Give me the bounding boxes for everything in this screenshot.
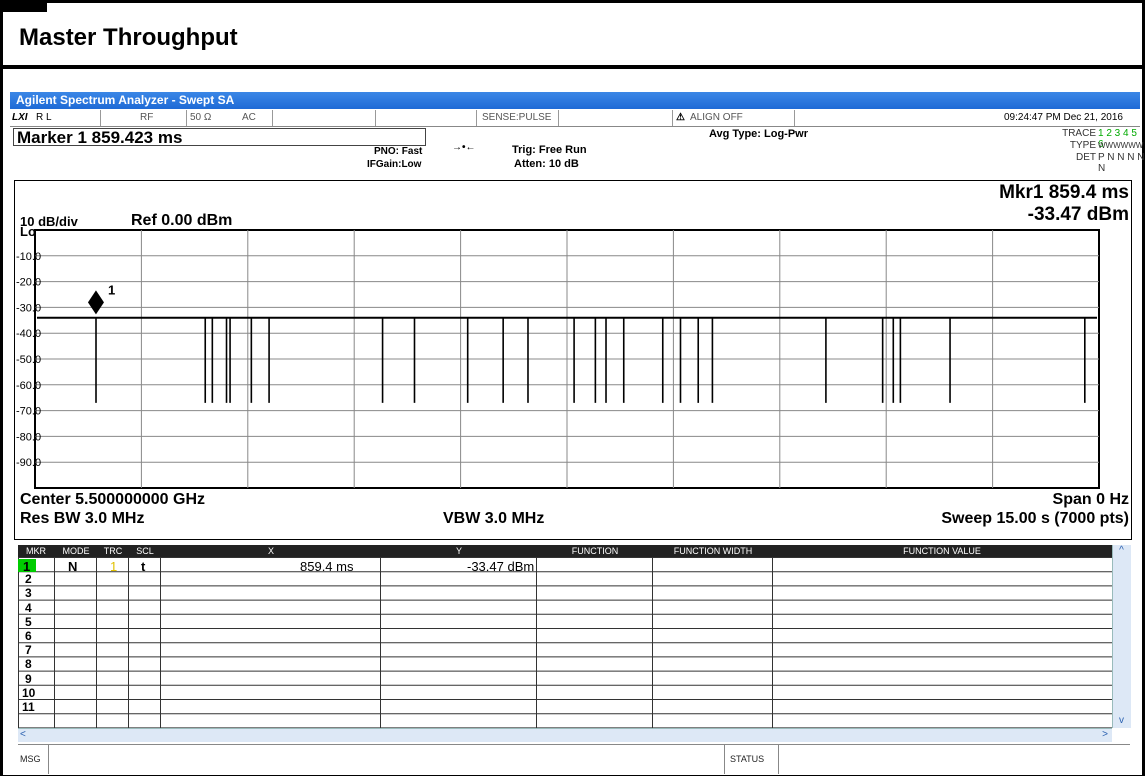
- row1-mode[interactable]: N: [68, 559, 77, 574]
- row1-y[interactable]: -33.47 dBm: [467, 559, 534, 574]
- header-y: Y: [455, 546, 462, 556]
- row-number[interactable]: 11: [22, 700, 35, 714]
- span-label: Span 0 Hz: [1052, 491, 1129, 508]
- scroll-up-icon[interactable]: ^: [1113, 545, 1130, 559]
- impedance-label: 50 Ω: [190, 112, 212, 123]
- y-tick-label: -60.0: [16, 380, 41, 392]
- y-tick-label: -80.0: [16, 431, 41, 443]
- lxi-icon: LXI: [12, 112, 28, 123]
- window-title-bar: Agilent Spectrum Analyzer - Swept SA: [10, 92, 1140, 109]
- trig-label: Trig: Free Run: [512, 144, 587, 156]
- instrument-status-bar: LXI R L RF 50 Ω AC SENSE:PULSE ⚠ ALIGN O…: [10, 110, 1140, 127]
- marker-y-readout: -33.47 dBm: [1027, 204, 1129, 225]
- trace-label: TRACE: [1062, 128, 1096, 139]
- header-function: FUNCTION: [571, 546, 619, 556]
- y-tick-label: -50.0: [16, 354, 41, 366]
- row-number[interactable]: 7: [25, 643, 32, 657]
- marker-table-header: MKR MODE TRC SCL X Y FUNCTION FUNCTION W…: [18, 545, 1112, 557]
- marker-x-readout: Mkr1 859.4 ms: [999, 182, 1129, 203]
- header-mkr: MKR: [26, 546, 46, 556]
- pno-label: PNO: Fast: [374, 146, 423, 157]
- rbw-label: Res BW 3.0 MHz: [20, 510, 145, 527]
- row-number[interactable]: 5: [25, 615, 32, 629]
- rl-label: R L: [36, 112, 52, 123]
- row1-scl[interactable]: t: [141, 559, 145, 574]
- avg-type-label: Avg Type: Log-Pwr: [709, 128, 808, 140]
- align-label: ALIGN OFF: [690, 112, 743, 123]
- header-function-width: FUNCTION WIDTH: [673, 546, 753, 556]
- header-scl: SCL: [136, 546, 154, 556]
- row1-trc[interactable]: 1: [110, 559, 117, 574]
- row-number[interactable]: 10: [22, 686, 35, 700]
- scroll-down-icon[interactable]: v: [1113, 715, 1130, 728]
- row1-x[interactable]: 859.4 ms: [300, 559, 353, 574]
- y-tick-label: -10.0: [16, 251, 41, 263]
- vertical-scrollbar[interactable]: ^ v: [1112, 545, 1131, 728]
- y-tick-label: -30.0: [16, 302, 41, 314]
- trace-detectors: P N N N N N: [1098, 152, 1145, 174]
- row-number[interactable]: 8: [25, 657, 32, 671]
- y-tick-label: -90.0: [16, 457, 41, 469]
- ifgain-label: IFGain:Low: [367, 159, 422, 170]
- scroll-left-icon[interactable]: <: [20, 729, 26, 740]
- type-label: TYPE: [1069, 140, 1096, 151]
- horizontal-scrollbar[interactable]: < >: [18, 728, 1112, 742]
- header-trc: TRC: [103, 546, 123, 556]
- coupling-label: AC: [242, 112, 256, 123]
- center-frequency: Center 5.500000000 GHz: [20, 491, 205, 508]
- trace-types: WWWWWW: [1098, 141, 1144, 150]
- row-number[interactable]: 4: [25, 601, 32, 615]
- marker-number-label: 1: [108, 282, 115, 297]
- vbw-label: VBW 3.0 MHz: [443, 510, 545, 527]
- row-number[interactable]: 2: [25, 572, 32, 586]
- det-label: DET: [1076, 152, 1096, 163]
- message-bar: MSG STATUS: [18, 744, 1130, 774]
- header-function-value: FUNCTION VALUE: [903, 546, 981, 556]
- marker-table-grid: [18, 557, 1112, 728]
- row-number[interactable]: 9: [25, 672, 32, 686]
- y-tick-label: -70.0: [16, 406, 41, 418]
- marker-readout[interactable]: Marker 1 859.423 ms: [13, 128, 426, 147]
- spectrum-plot[interactable]: -10.0 -20.0 -30.0 -40.0 -50.0 -60.0 -70.0 -80.0…: [14, 228, 1132, 490]
- atten-label: Atten: 10 dB: [514, 158, 579, 170]
- sweep-label: Sweep 15.00 s (7000 pts): [941, 510, 1129, 527]
- header-x: X: [267, 546, 274, 556]
- header-mode: MODE: [62, 546, 90, 556]
- sense-label: SENSE:PULSE: [482, 112, 552, 123]
- y-tick-label: -40.0: [16, 328, 41, 340]
- status-label: STATUS: [730, 754, 765, 764]
- y-tick-label: -20.0: [16, 277, 41, 289]
- msg-label: MSG: [20, 754, 41, 764]
- scroll-right-icon[interactable]: >: [1102, 729, 1108, 740]
- row-number[interactable]: 6: [25, 629, 32, 643]
- page-title: Master Throughput: [19, 24, 238, 51]
- warning-icon: ⚠: [676, 112, 685, 123]
- datetime: 09:24:47 PM Dec 21, 2016: [1004, 112, 1123, 123]
- rf-label: RF: [140, 112, 154, 123]
- row-number[interactable]: 3: [25, 586, 32, 600]
- arrow-icon: →•←: [452, 142, 476, 153]
